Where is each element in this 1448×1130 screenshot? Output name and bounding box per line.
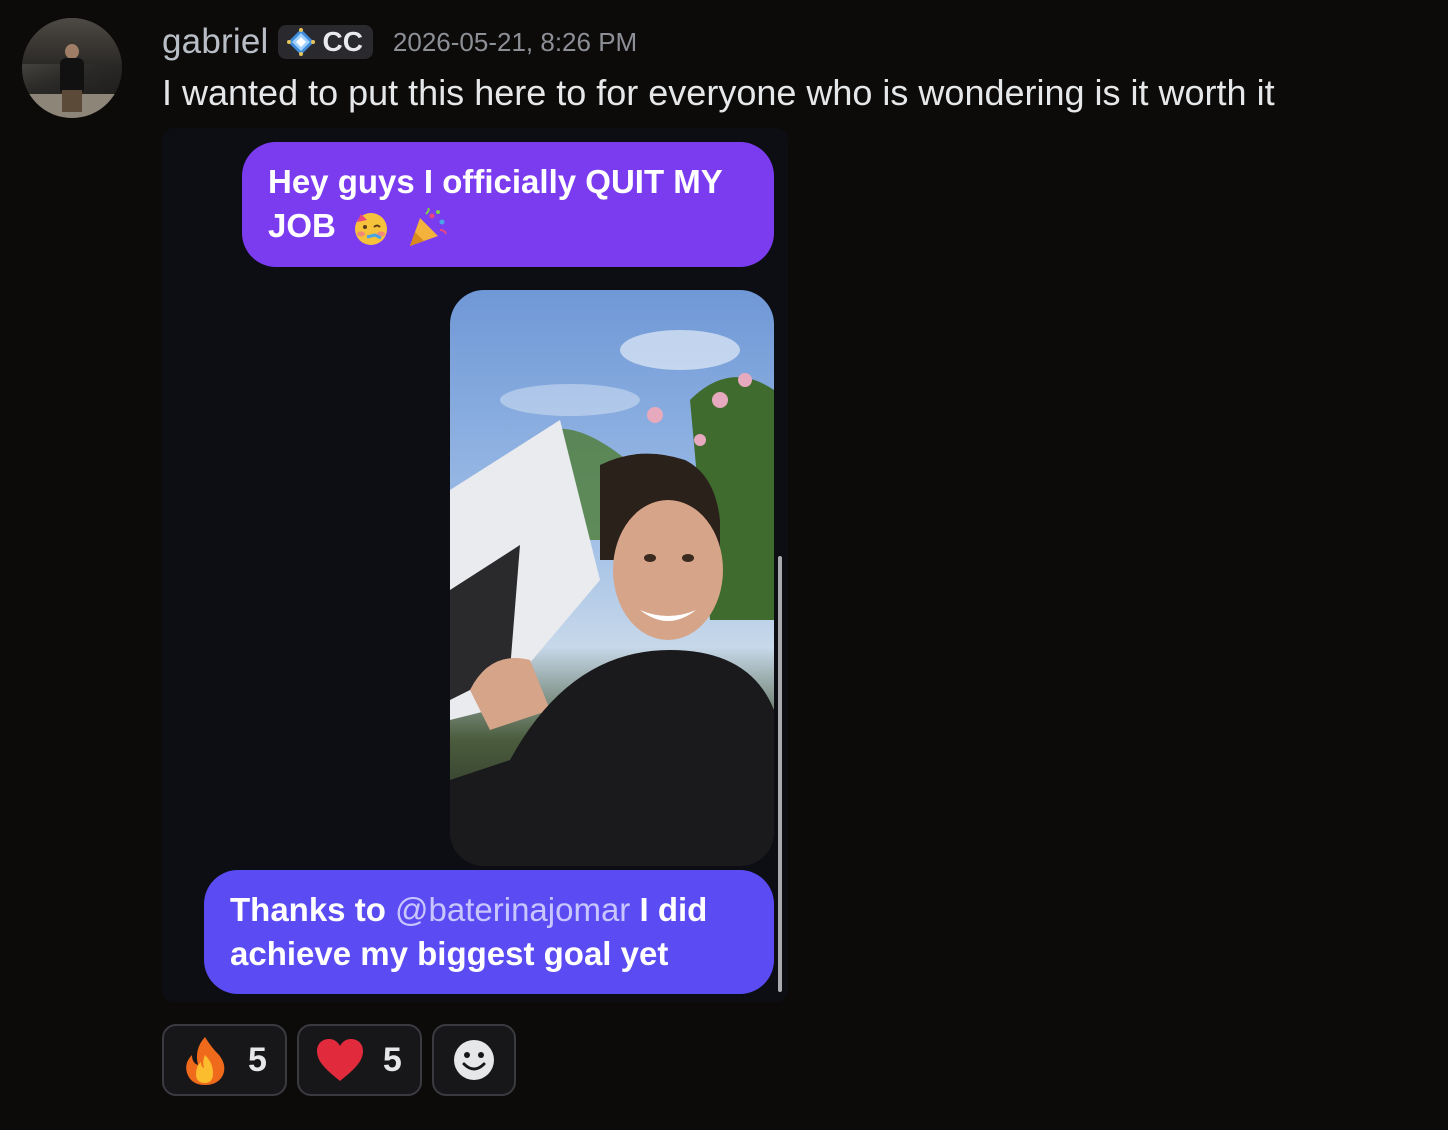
- message-body: I wanted to put this here to for everyon…: [162, 72, 1275, 113]
- chat-bubble-quit-job: Hey guys I officially QUIT MY JOB: [242, 142, 774, 267]
- message-timestamp[interactable]: 2026-05-21, 8:26 PM: [393, 27, 637, 58]
- reaction-heart-count: 5: [382, 1040, 402, 1079]
- photo-content: [450, 330, 774, 866]
- diamond-sparkle-icon: [287, 28, 316, 56]
- chat-bubble-thanks: Thanks to @baterinajomar I did achieve m…: [204, 870, 774, 994]
- reaction-heart[interactable]: 5: [296, 1024, 422, 1096]
- server-tag[interactable]: CC: [278, 25, 373, 59]
- reaction-fire[interactable]: 5: [162, 1024, 287, 1096]
- message-header: gabriel CC 2026-05-21, 8:26 PM: [162, 22, 637, 62]
- avatar-person-head: [65, 44, 79, 59]
- avatar-person-legs: [62, 90, 82, 112]
- image-attachment[interactable]: Hey guys I officially QUIT MY JOB Thanks…: [162, 128, 788, 1002]
- heart-emoji: [316, 1039, 363, 1081]
- attachment-photo[interactable]: [450, 290, 774, 866]
- party-popper-emoji: [410, 208, 448, 247]
- add-reaction-icon: [453, 1040, 494, 1080]
- chat-bubble-quit-job-text: Hey guys I officially QUIT MY JOB: [268, 163, 723, 244]
- server-tag-label: CC: [322, 26, 363, 57]
- partying-face-emoji: [355, 213, 388, 246]
- author-avatar[interactable]: [22, 18, 122, 118]
- chat-bubble-thanks-prefix: Thanks to: [230, 891, 396, 928]
- avatar-person-body: [60, 58, 84, 92]
- fire-emoji: [186, 1037, 225, 1085]
- author-username[interactable]: gabriel: [162, 22, 268, 62]
- attachment-scrollbar[interactable]: [778, 556, 782, 992]
- add-reaction-button[interactable]: [431, 1024, 516, 1096]
- reaction-bar: 5 5: [162, 1024, 516, 1096]
- chat-bubble-mention: @baterinajomar: [395, 891, 631, 928]
- reaction-fire-count: 5: [248, 1040, 267, 1079]
